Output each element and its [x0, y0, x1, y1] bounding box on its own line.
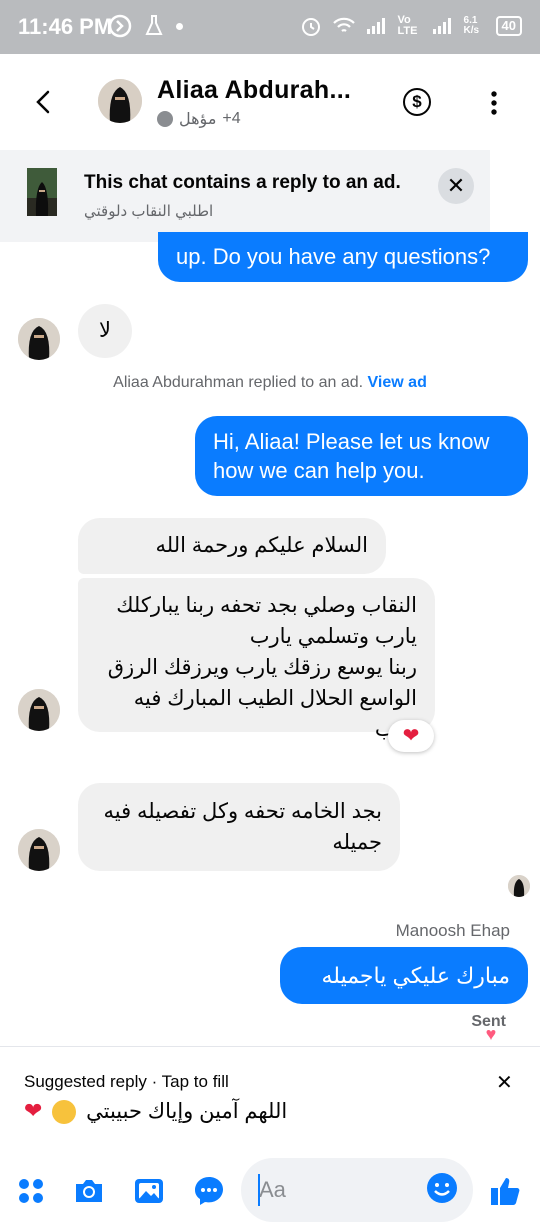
subtitle-text: مؤهل: [179, 111, 217, 128]
contact-name[interactable]: Aliaa Abdurah...: [157, 76, 351, 105]
signal-icon: [366, 18, 385, 34]
ad-banner-subtitle: اطلبي النقاب دلوقتي: [84, 203, 214, 220]
outgoing-message[interactable]: Hi, Aliaa! Please let us know how we can…: [195, 416, 528, 496]
smiling-hearts-emoji-icon: [52, 1100, 77, 1125]
dot-icon: [176, 22, 183, 30]
red-heart-emoji-icon: ❤: [24, 1098, 43, 1123]
incoming-message[interactable]: بجد الخامه تحفه وكل تفصيله فيه جميله: [78, 783, 400, 871]
apps-grid-icon[interactable]: [14, 1174, 48, 1208]
avatar[interactable]: [98, 79, 142, 123]
ad-banner-title: This chat contains a reply to an ad.: [84, 172, 401, 193]
ad-reply-notice: Aliaa Abdurahman replied to an ad. View …: [113, 374, 427, 391]
contact-subtitle: مؤهل +4: [157, 109, 241, 129]
text-caret: [258, 1174, 260, 1206]
composer: [0, 1150, 540, 1230]
battery-indicator: 40: [495, 16, 522, 36]
heart-reaction-icon[interactable]: ❤: [388, 720, 434, 752]
chat-header: Aliaa Abdurah... مؤهل +4 $: [0, 54, 540, 150]
suggested-reply[interactable]: اللهم آمين وإياك حبيبتي ❤: [24, 1098, 287, 1125]
message-status: Sent: [471, 1013, 506, 1030]
avatar[interactable]: [18, 689, 60, 731]
seen-avatar: [508, 875, 530, 897]
net-speed: 6.1 K/s: [463, 15, 480, 36]
network-type: Vo LTE: [397, 14, 418, 37]
signal-icon-2: [432, 18, 451, 34]
emoji-icon[interactable]: [426, 1172, 458, 1204]
payment-dollar-icon[interactable]: $: [403, 88, 431, 116]
status-time: 11:46 PM: [18, 14, 113, 39]
ad-thumbnail: [27, 168, 57, 216]
sync-icon: [108, 14, 132, 38]
close-icon[interactable]: ✕: [438, 168, 474, 204]
incoming-message[interactable]: السلام عليكم ورحمة الله وبركاته: [78, 518, 386, 613]
view-ad-link[interactable]: View ad: [368, 374, 427, 391]
close-icon[interactable]: ✕: [496, 1070, 513, 1095]
gallery-icon[interactable]: [132, 1174, 166, 1208]
more-options-icon[interactable]: [486, 90, 502, 116]
camera-icon[interactable]: [72, 1174, 106, 1208]
divider: [0, 1046, 540, 1047]
suggested-reply-label: Suggested reply · Tap to fill: [24, 1072, 229, 1091]
subtitle-count: +4: [222, 110, 241, 127]
flask-icon: [145, 15, 163, 35]
avatar[interactable]: [18, 829, 60, 871]
sender-name: Manoosh Ehap: [395, 921, 510, 940]
avatar[interactable]: [18, 318, 60, 360]
like-thumbs-up-icon[interactable]: [488, 1174, 522, 1208]
outgoing-message[interactable]: up. Do you have any questions?: [158, 232, 528, 282]
back-arrow-icon[interactable]: [30, 84, 58, 120]
ad-banner[interactable]: This chat contains a reply to an ad. اطل…: [0, 150, 490, 242]
alarm-icon: [301, 18, 320, 36]
outgoing-message[interactable]: مبارك عليكي ياجميله ♥: [280, 947, 528, 1048]
incoming-message[interactable]: النقاب وصلي بجد تحفه ربنا يباركلك يارب و…: [78, 578, 435, 741]
incoming-message[interactable]: لا: [78, 304, 132, 358]
status-dot-icon: [157, 111, 173, 127]
status-bar: 11:46 PM Vo LTE 6.1 K/s 40: [0, 0, 540, 54]
wifi-icon: [332, 17, 355, 32]
chat-bubble-icon[interactable]: [192, 1174, 226, 1208]
